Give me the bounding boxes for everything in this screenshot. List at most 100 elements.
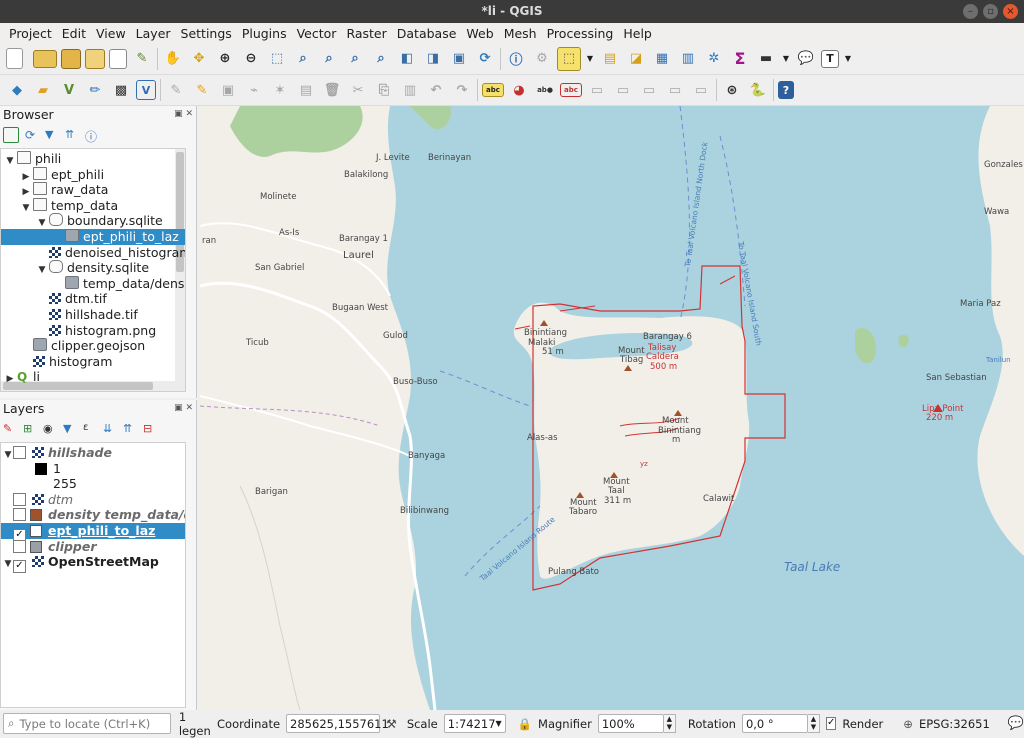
- filter-legend-icon[interactable]: ▼: [63, 422, 77, 436]
- close-button[interactable]: ×: [1003, 4, 1018, 19]
- layer-visibility-checkbox[interactable]: [13, 539, 26, 553]
- copy-features-icon[interactable]: ⎘: [373, 79, 395, 101]
- add-wms-icon[interactable]: V: [136, 80, 156, 100]
- crs-label[interactable]: EPSG:32651: [919, 717, 990, 731]
- layer-item[interactable]: clipper: [1, 539, 185, 555]
- menu-mesh[interactable]: Mesh: [499, 26, 542, 41]
- delete-selected-icon[interactable]: 🗑: [321, 79, 343, 101]
- menu-raster[interactable]: Raster: [341, 26, 391, 41]
- paste-features-icon[interactable]: ▥: [399, 79, 421, 101]
- pan-map-icon[interactable]: ✋: [162, 48, 184, 70]
- coordinate-field[interactable]: 285625,1557611: [286, 714, 389, 733]
- toggle-editing-icon[interactable]: ✎: [191, 79, 213, 101]
- undo-icon[interactable]: ↶: [425, 79, 447, 101]
- cut-features-icon[interactable]: ✂: [347, 79, 369, 101]
- map-tips-icon[interactable]: 💬: [795, 48, 817, 70]
- style-manager-icon[interactable]: ✎: [131, 48, 153, 70]
- browser-tree[interactable]: ▼ phili ▶ ept_phili ▶ raw_data ▼ temp_data ▼ boun…: [0, 148, 186, 392]
- layer-item[interactable]: density temp_data/density: [1, 507, 185, 523]
- layout-manager-icon[interactable]: [109, 48, 127, 69]
- refresh-icon[interactable]: ⟳: [474, 48, 496, 70]
- globe-icon[interactable]: ⊕: [903, 717, 913, 731]
- save-edits-icon[interactable]: ▣: [217, 79, 239, 101]
- browser-item[interactable]: clipper.geojson: [1, 338, 185, 354]
- show-hide-labels-icon[interactable]: abc: [560, 83, 582, 97]
- new-map-view-icon[interactable]: ▣: [448, 48, 470, 70]
- zoom-layer-icon[interactable]: ⌕: [344, 48, 366, 70]
- actions-icon[interactable]: ⚙: [531, 48, 553, 70]
- add-feature-icon[interactable]: ⌁: [243, 79, 265, 101]
- messages-icon[interactable]: 💬: [1008, 716, 1024, 731]
- manage-themes-icon[interactable]: ◉: [43, 422, 57, 436]
- menu-view[interactable]: View: [91, 26, 131, 41]
- chevron-down-icon[interactable]: ▼: [496, 719, 502, 728]
- menu-settings[interactable]: Settings: [176, 26, 237, 41]
- browser-item[interactable]: histogram: [1, 354, 185, 370]
- browser-item[interactable]: ▶ raw_data: [1, 182, 185, 198]
- modify-attributes-icon[interactable]: ▤: [295, 79, 317, 101]
- menu-edit[interactable]: Edit: [57, 26, 91, 41]
- annotation-dropdown-icon[interactable]: ▼: [843, 48, 853, 70]
- vertex-tool-icon[interactable]: ✶: [269, 79, 291, 101]
- legend-item[interactable]: 1: [1, 461, 185, 477]
- browser-item[interactable]: temp_data/density: [1, 275, 185, 292]
- add-virtual-layer-icon[interactable]: ▩: [110, 79, 132, 101]
- add-vector-layer-icon[interactable]: ▰: [32, 79, 54, 101]
- magnifier-stepper[interactable]: ▲ ▼: [663, 714, 676, 733]
- pan-to-selection-icon[interactable]: ✥: [188, 48, 210, 70]
- measure-icon[interactable]: ▬: [755, 48, 777, 70]
- menu-processing[interactable]: Processing: [542, 26, 619, 41]
- zoom-rubberband-icon[interactable]: ⬚: [266, 48, 288, 70]
- locator-search[interactable]: ⌕ Type to locate (Ctrl+K): [3, 713, 171, 734]
- select-dropdown-icon[interactable]: ▼: [585, 48, 595, 70]
- legend-item[interactable]: 255: [1, 476, 185, 492]
- add-delimited-text-icon[interactable]: V: [58, 79, 80, 101]
- pin-labels-icon[interactable]: ab●: [534, 79, 556, 101]
- map-canvas[interactable]: J. Levite Berinayan Balakilong Molinete …: [200, 106, 1024, 710]
- menu-help[interactable]: Help: [618, 26, 657, 41]
- save-project-icon[interactable]: [61, 48, 81, 69]
- layer-item[interactable]: dtm: [1, 492, 185, 508]
- diagram-tool-icon[interactable]: ◕: [508, 79, 530, 101]
- metasearch-icon[interactable]: ⊛: [721, 79, 743, 101]
- zoom-full-icon[interactable]: ⌕: [292, 48, 314, 70]
- add-spatialite-icon[interactable]: ✏: [84, 79, 106, 101]
- new-print-layout-icon[interactable]: [85, 48, 105, 69]
- processing-toolbox-icon[interactable]: ✲: [703, 48, 725, 70]
- properties-icon[interactable]: ⓘ: [85, 128, 99, 144]
- expand-down-icon[interactable]: ▼: [3, 556, 13, 572]
- menu-layer[interactable]: Layer: [131, 26, 176, 41]
- menu-web[interactable]: Web: [461, 26, 498, 41]
- browser-item[interactable]: ▶ Qli: [1, 369, 185, 385]
- browser-item[interactable]: histogram.png: [1, 323, 185, 339]
- rotation-field[interactable]: 0,0 °: [741, 714, 808, 733]
- field-calculator-icon[interactable]: ▥: [677, 48, 699, 70]
- zoom-selection-icon[interactable]: ⌕: [318, 48, 340, 70]
- move-label-icon[interactable]: ▭: [586, 79, 608, 101]
- layer-visibility-checkbox[interactable]: [13, 446, 26, 459]
- panel-float-close-icon[interactable]: ▣ ✕: [174, 109, 193, 119]
- zoom-out-icon[interactable]: ⊖: [240, 48, 262, 70]
- minimize-button[interactable]: –: [963, 4, 978, 19]
- help-icon[interactable]: ?: [778, 81, 794, 99]
- menu-project[interactable]: Project: [4, 26, 57, 41]
- current-edits-icon[interactable]: ✎: [165, 79, 187, 101]
- layers-tree[interactable]: ▼hillshade1255dtmdensity temp_data/densi…: [0, 442, 186, 708]
- add-group-icon[interactable]: ⊞: [23, 422, 37, 436]
- identify-icon[interactable]: ⓘ: [505, 48, 527, 70]
- collapse-layers-icon[interactable]: ⇈: [123, 422, 137, 436]
- browser-item[interactable]: hillshade.tif: [1, 307, 185, 323]
- add-selected-layers-icon[interactable]: [3, 127, 19, 143]
- extents-toggle-icon[interactable]: ⚒: [386, 717, 397, 731]
- browser-item[interactable]: ▼ phili: [1, 151, 185, 167]
- attribute-table-icon[interactable]: ▦: [651, 48, 673, 70]
- select-by-value-icon[interactable]: ▤: [599, 48, 621, 70]
- filter-browser-icon[interactable]: ▼: [45, 128, 59, 142]
- layer-visibility-checkbox[interactable]: [13, 508, 26, 522]
- collapse-all-icon[interactable]: ⇈: [65, 128, 79, 142]
- redo-icon[interactable]: ↷: [451, 79, 473, 101]
- lock-scale-icon[interactable]: 🔒: [518, 717, 532, 731]
- layer-item[interactable]: ▼ hillshade: [1, 445, 185, 461]
- browser-item[interactable]: ▼ boundary.sqlite: [1, 213, 185, 229]
- label-extra-icon[interactable]: ▭: [690, 79, 712, 101]
